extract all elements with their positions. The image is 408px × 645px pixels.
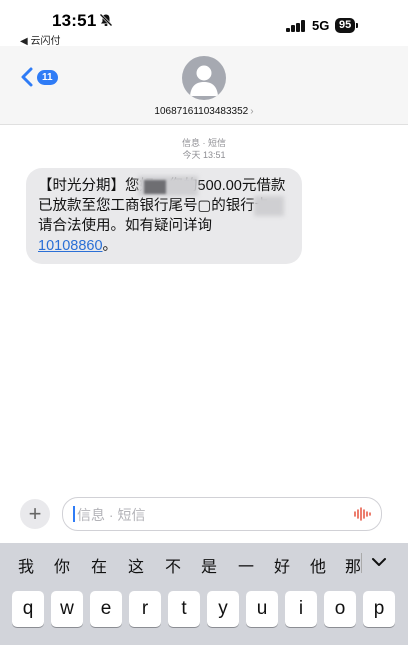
redaction-blur [254, 196, 284, 216]
phone-number-link[interactable]: 10108860 [38, 238, 103, 254]
key-i[interactable]: i [285, 591, 317, 627]
battery-icon: 95 [335, 18, 359, 33]
chevron-right-icon: › [250, 106, 254, 117]
message-bubble[interactable]: 【时光分期】您好，您的500.00元借款已放款至您工商银行尾号▢的银行卡，请合法… [26, 168, 302, 264]
voice-waveform-icon[interactable] [353, 506, 371, 522]
key-q[interactable]: q [12, 591, 44, 627]
message-timestamp: 今天 13:51 [182, 150, 226, 160]
network-type: 5G [312, 18, 330, 33]
message-input-field[interactable] [62, 497, 382, 532]
candidate-bar: 我 你 在 这 不 是 一 好 他 那 [0, 543, 408, 585]
contact-avatar[interactable] [182, 56, 226, 100]
message-input[interactable] [75, 498, 339, 532]
contact-name[interactable]: 10687161103483352 › [0, 106, 408, 117]
chevron-left-icon [21, 67, 33, 87]
back-button[interactable]: 11 [20, 66, 62, 88]
redaction-mark [144, 180, 166, 194]
status-bar: 13:51 ◀ 云闪付 5G 95 [0, 0, 408, 47]
candidate-word[interactable]: 不 [165, 553, 181, 577]
key-p[interactable]: p [363, 591, 395, 627]
message-text-4: 。 [102, 238, 118, 254]
candidate-word[interactable]: 是 [201, 553, 217, 577]
key-r[interactable]: r [129, 591, 161, 627]
person-icon [190, 65, 218, 96]
status-time: 13:51 [52, 11, 97, 30]
back-to-app-link[interactable]: ◀ 云闪付 [20, 32, 60, 47]
key-o[interactable]: o [324, 591, 356, 627]
key-e[interactable]: e [90, 591, 122, 627]
chevron-down-icon[interactable] [370, 555, 388, 569]
key-w[interactable]: w [51, 591, 83, 627]
candidate-word[interactable]: 那 [345, 553, 361, 577]
candidate-word[interactable]: 你 [54, 553, 70, 577]
key-y[interactable]: y [207, 591, 239, 627]
key-u[interactable]: u [246, 591, 278, 627]
candidate-word[interactable]: 他 [310, 553, 326, 577]
key-t[interactable]: t [168, 591, 200, 627]
candidate-word[interactable]: 一 [238, 553, 254, 577]
unread-count-badge: 11 [37, 69, 58, 85]
message-text-1: 【时光分期】 [38, 178, 125, 194]
add-attachment-button[interactable]: + [20, 499, 50, 529]
service-label: 信息 · 短信 [182, 138, 226, 148]
bell-muted-icon [99, 13, 113, 27]
candidate-divider [361, 553, 362, 573]
candidate-word[interactable]: 我 [18, 553, 34, 577]
keyboard: 我 你 在 这 不 是 一 好 他 那 q w e r t y u i o p [0, 543, 408, 645]
candidate-word[interactable]: 在 [91, 553, 107, 577]
contact-number: 10687161103483352 [154, 106, 249, 117]
candidate-word[interactable]: 这 [128, 553, 144, 577]
conversation-header: 11 10687161103483352 › [0, 46, 408, 125]
cellular-signal-icon [286, 20, 306, 32]
candidate-word[interactable]: 好 [274, 553, 290, 577]
